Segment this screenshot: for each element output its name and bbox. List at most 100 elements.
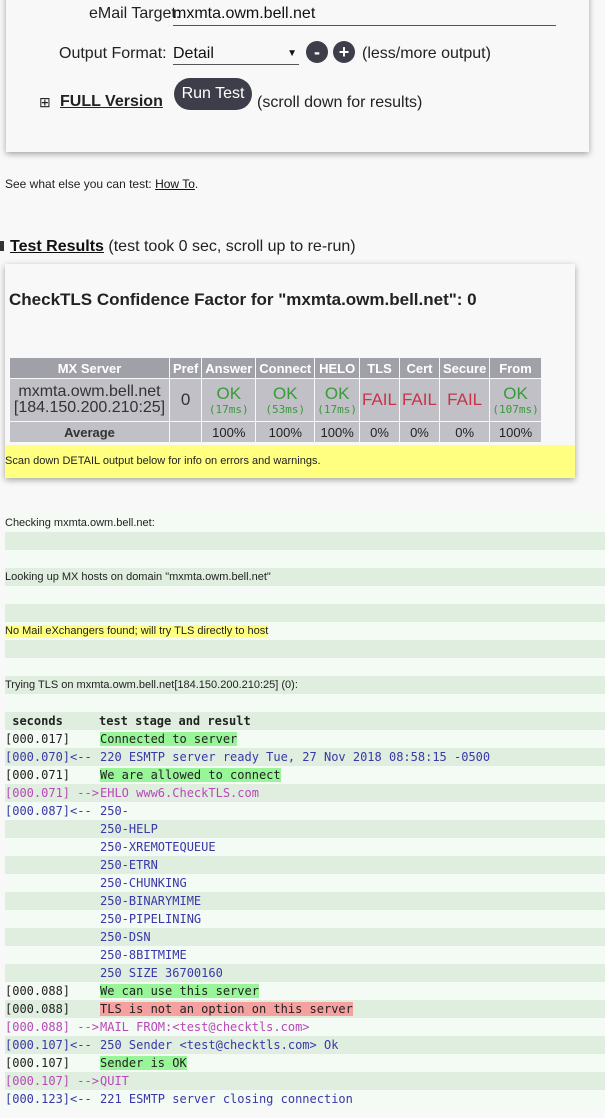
less-button[interactable]: - [306, 41, 328, 63]
prefix: [000.123]<-- [5, 1090, 100, 1108]
log-row: [000.107]<-- 250 Sender <test@checktls.c… [5, 1036, 605, 1054]
log-row: [000.088] TLS is not an option on this se… [5, 1000, 605, 1018]
format-select[interactable]: Detail ▼ [173, 45, 299, 65]
status-text: OK [272, 383, 298, 403]
result-cell: FAIL [439, 379, 490, 421]
status-text: FAIL [362, 390, 397, 409]
log-row: [000.071] -->EHLO www6.CheckTLS.com [5, 784, 605, 802]
result-cell: OK (17ms) [202, 379, 256, 421]
results-note: (test took 0 sec, scroll up to re-run) [108, 238, 356, 255]
prefix: [000.088] --> [5, 1018, 100, 1036]
log-row: 250-XREMOTEQUEUE [5, 838, 605, 856]
log-text: Trying TLS on mxmta.owm.bell.net[184.150… [5, 679, 298, 691]
direction: --> [70, 786, 99, 800]
prefix: [000.017] [5, 730, 100, 748]
column-header: MX Server [10, 358, 169, 378]
confidence-title: CheckTLS Confidence Factor for "mxmta.ow… [9, 290, 477, 309]
message: 250-PIPELINING [100, 912, 202, 926]
timestamp: [000.070] [5, 750, 71, 764]
timestamp: [000.123] [5, 1092, 71, 1106]
log-row: 250-CHUNKING [5, 874, 605, 892]
email-input[interactable]: mxmta.owm.bell.net [173, 5, 556, 26]
direction: --> [70, 1074, 99, 1088]
log-row: Looking up MX hosts on domain "mxmta.owm… [5, 568, 605, 586]
less-more-hint: (less/more output) [362, 45, 491, 62]
result-cell: OK (17ms) [315, 379, 360, 421]
message: 250-8BITMIME [100, 948, 187, 962]
full-version-link[interactable]: FULL Version [60, 93, 163, 111]
result-cell: OK (53ms) [256, 379, 315, 421]
log-row [5, 550, 605, 568]
log-row: seconds test stage and result [5, 712, 605, 730]
expand-icon[interactable]: ⊞ [39, 94, 51, 111]
prefix: [000.070]<-- [5, 748, 100, 766]
message: 220 ESMTP server ready Tue, 27 Nov 2018 … [100, 750, 491, 764]
log-row [5, 640, 605, 658]
average-cell: 100% [490, 422, 541, 442]
log-row: 250-ETRN [5, 856, 605, 874]
format-value: Detail [173, 45, 214, 62]
howto-line: See what else you can test: How To. [5, 177, 198, 191]
timing-text: (107ms) [492, 402, 539, 416]
message: 221 ESMTP server closing connection [100, 1092, 353, 1106]
column-header: From [490, 358, 541, 378]
status-text: OK [216, 383, 242, 403]
timestamp: [000.087] [5, 804, 71, 818]
prefix: [000.107]<-- [5, 1036, 100, 1054]
message: 250-XREMOTEQUEUE [100, 840, 216, 854]
message: 250-BINARYMIME [100, 894, 202, 908]
status-text: FAIL [401, 390, 437, 409]
average-cell: 0% [439, 422, 490, 442]
log-row: Trying TLS on mxmta.owm.bell.net[184.150… [5, 676, 605, 694]
log-row [5, 532, 605, 550]
timestamp: [000.088] [5, 1002, 71, 1016]
mx-server-cell: mxmta.owm.bell.net [184.150.200.210:25] [10, 379, 169, 421]
timestamp: [000.017] [5, 732, 71, 746]
log-row: 250-8BITMIME [5, 946, 605, 964]
status-text: OK [324, 383, 350, 403]
log-row: No Mail eXchangers found; will try TLS d… [5, 622, 605, 640]
log-row: [000.107] -->QUIT [5, 1072, 605, 1090]
average-label: Average [10, 422, 169, 442]
howto-end: . [194, 177, 199, 191]
timing-text: (17ms) [317, 402, 358, 416]
direction: <-- [70, 1038, 99, 1052]
column-header: HELO [315, 358, 360, 378]
more-button[interactable]: + [333, 41, 355, 63]
header-seconds: seconds [5, 714, 63, 728]
column-header: TLS [360, 358, 399, 378]
timestamp: [000.071] [5, 768, 71, 782]
timing-text: (53ms) [265, 402, 306, 416]
log-row: 250-HELP [5, 820, 605, 838]
prefix: [000.071] --> [5, 784, 100, 802]
prefix: [000.107] [5, 1054, 100, 1072]
average-cell: 100% [202, 422, 256, 442]
result-cell: OK (107ms) [490, 379, 541, 421]
column-header: Pref [170, 358, 202, 378]
direction: <-- [70, 750, 99, 764]
column-header: Connect [256, 358, 315, 378]
status-text: OK [503, 383, 528, 403]
prefix: [000.087]<-- [5, 802, 100, 820]
prefix: [000.088] [5, 1000, 100, 1018]
message: 250 SIZE 36700160 [100, 966, 223, 980]
log-row [5, 694, 605, 712]
log-text: No Mail eXchangers found; will try TLS d… [5, 625, 269, 637]
average-cell: 100% [315, 422, 360, 442]
direction: <-- [70, 1092, 99, 1106]
message: EHLO www6.CheckTLS.com [100, 786, 259, 800]
collapse-icon[interactable] [0, 241, 4, 251]
average-cell: 0% [360, 422, 399, 442]
run-test-button[interactable]: Run Test [174, 78, 252, 110]
prefix: [000.088] [5, 982, 100, 1000]
server-name: mxmta.owm.bell.net [18, 383, 161, 400]
format-label: Output Format: [59, 45, 167, 62]
log-row: [000.071] We are allowed to connect [5, 766, 605, 784]
message: Sender is OK [100, 1056, 187, 1070]
howto-link[interactable]: How To [155, 177, 195, 191]
results-card: CheckTLS Confidence Factor for "mxmta.ow… [5, 264, 575, 478]
howto-text: See what else you can test: [5, 177, 156, 191]
test-results-link[interactable]: Test Results [10, 238, 104, 255]
scroll-hint: (scroll down for results) [257, 94, 423, 111]
message: We can use this server [100, 984, 259, 998]
